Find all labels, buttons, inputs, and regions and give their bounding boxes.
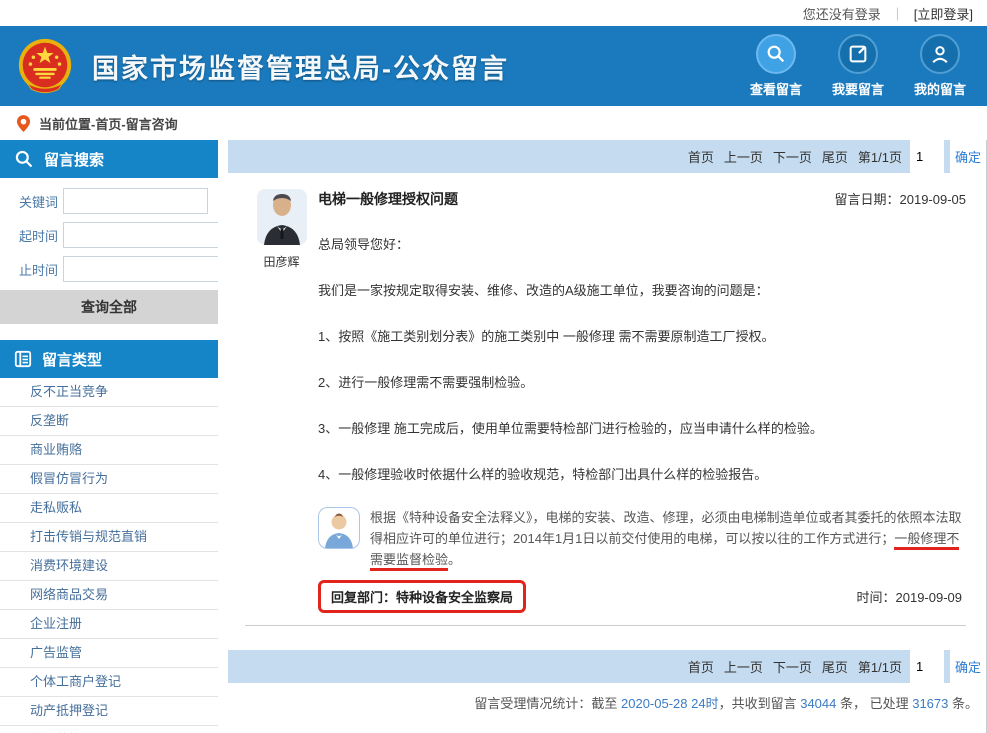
search-form: 关键词 起时间 止时间 [0, 178, 218, 332]
pagination-bottom: 首页 上一页 下一页 尾页 第1/1页 确定 [228, 650, 986, 683]
message-paragraph: 总局领导您好： [318, 235, 966, 255]
reply-text: 根据《特种设备安全法释义》，电梯的安装、改造、修理，必须由电梯制造单位或者其委托… [370, 507, 966, 570]
type-item[interactable]: 假冒仿冒行为 [0, 465, 218, 494]
page-info: 第1/1页 [858, 147, 902, 166]
main-content: 首页 上一页 下一页 尾页 第1/1页 确定 田彦辉 [228, 140, 987, 733]
page-next-link[interactable]: 下一页 [773, 147, 812, 166]
search-panel-header: 留言搜索 [0, 140, 218, 178]
page-confirm-button[interactable]: 确定 [950, 650, 986, 683]
message-paragraph: 1、按照《施工类别划分表》的施工类别中 一般修理 需不需要原制造工厂授权。 [318, 327, 966, 347]
breadcrumb-text: 当前位置-首页-留言咨询 [39, 114, 178, 133]
pagination-top: 首页 上一页 下一页 尾页 第1/1页 确定 [228, 140, 986, 173]
statistics-line: 留言受理情况统计：截至 2020-05-28 24时，共收到留言 34044 条… [228, 683, 986, 712]
reply-time: 时间：2019-09-09 [856, 587, 966, 606]
person-avatar [318, 507, 360, 549]
page-first-link[interactable]: 首页 [688, 657, 714, 676]
user-icon [920, 34, 960, 74]
list-icon [14, 350, 32, 368]
reply-block: 根据《特种设备安全法释义》，电梯的安装、改造、修理，必须由电梯制造单位或者其委托… [318, 507, 966, 570]
national-emblem-icon [14, 35, 76, 97]
start-date-input[interactable] [64, 223, 218, 247]
message-panel: 田彦辉 电梯一般修理授权问题 留言日期：2019-09-05 总局领导您好： 我… [228, 173, 986, 626]
location-pin-icon [16, 114, 31, 133]
query-all-button[interactable]: 查询全部 [0, 290, 218, 324]
type-item[interactable]: 广告监管 [0, 639, 218, 668]
login-link[interactable]: [立即登录] [914, 4, 973, 23]
login-separator: ｜ [891, 4, 904, 23]
message-paragraph: 3、一般修理 施工完成后，使用单位需要特检部门进行检验的，应当申请什么样的检验。 [318, 419, 966, 439]
page-confirm-button[interactable]: 确定 [950, 140, 986, 173]
type-item[interactable]: 企业注册 [0, 610, 218, 639]
type-item[interactable]: 走私贩私 [0, 494, 218, 523]
nav-label: 查看留言 [750, 79, 802, 98]
type-item[interactable]: 网络商品交易 [0, 581, 218, 610]
nav-view-messages[interactable]: 查看留言 [743, 34, 809, 98]
message-type-list: 反不正当竞争 反垄断 商业贿赂 假冒仿冒行为 走私贩私 打击传销与规范直销 消费… [0, 378, 218, 733]
type-item[interactable]: 个体工商户登记 [0, 668, 218, 697]
type-panel-title: 留言类型 [42, 349, 102, 370]
message-paragraph: 4、一般修理验收时依据什么样的验收规范，特检部门出具什么样的检验报告。 [318, 465, 966, 485]
type-panel-header: 留言类型 [0, 340, 218, 378]
stats-received-count: 34044 [800, 696, 836, 711]
page-prev-link[interactable]: 上一页 [724, 657, 763, 676]
keyword-input[interactable] [63, 188, 208, 214]
page-first-link[interactable]: 首页 [688, 147, 714, 166]
header-nav: 查看留言 我要留言 我的留言 [743, 34, 979, 98]
search-icon [14, 149, 34, 169]
keyword-label: 关键词 [6, 192, 58, 211]
end-date-input[interactable] [64, 257, 218, 281]
page-number-input[interactable] [910, 650, 944, 683]
sidebar-gap [0, 332, 218, 340]
reply-department-annotated: 回复部门：特种设备安全监察局 [318, 580, 526, 613]
nav-my-messages[interactable]: 我的留言 [907, 34, 973, 98]
message-paragraph: 我们是一家按规定取得安装、维修、改造的A级施工单位，我要咨询的问题是： [318, 281, 966, 301]
site-title: 国家市场监督管理总局-公众留言 [92, 47, 509, 86]
nav-label: 我要留言 [832, 79, 884, 98]
message-date: 留言日期：2019-09-05 [834, 189, 966, 208]
page-number-input[interactable] [910, 140, 944, 173]
page-prev-link[interactable]: 上一页 [724, 147, 763, 166]
businessman-avatar [257, 189, 307, 245]
page-last-link[interactable]: 尾页 [822, 657, 848, 676]
start-date-label: 起时间 [6, 226, 58, 245]
type-item[interactable]: 商业贿赂 [0, 436, 218, 465]
message-paragraph: 2、进行一般修理需不需要强制检验。 [318, 373, 966, 393]
message-author: 田彦辉 [245, 253, 318, 270]
page-info: 第1/1页 [858, 657, 902, 676]
type-item[interactable]: 反不正当竞争 [0, 378, 218, 407]
message-title: 电梯一般修理授权问题 [318, 189, 458, 209]
type-item[interactable]: 信用监管 [0, 726, 218, 733]
login-status-text: 您还没有登录 [803, 4, 881, 23]
page-next-link[interactable]: 下一页 [773, 657, 812, 676]
stats-processed-count: 31673 [912, 696, 948, 711]
site-header: 国家市场监督管理总局-公众留言 查看留言 我要留言 我的留言 [0, 26, 987, 106]
type-item[interactable]: 打击传销与规范直销 [0, 523, 218, 552]
search-panel-title: 留言搜索 [44, 149, 104, 170]
top-login-bar: 您还没有登录 ｜ [立即登录] [0, 0, 987, 26]
page-last-link[interactable]: 尾页 [822, 147, 848, 166]
search-icon [756, 34, 796, 74]
type-item[interactable]: 消费环境建设 [0, 552, 218, 581]
breadcrumb: 当前位置-首页-留言咨询 [0, 106, 987, 140]
sidebar: 留言搜索 关键词 起时间 止时间 [0, 140, 218, 733]
end-date-label: 止时间 [6, 260, 58, 279]
type-item[interactable]: 反垄断 [0, 407, 218, 436]
nav-label: 我的留言 [914, 79, 966, 98]
compose-icon [838, 34, 878, 74]
type-item[interactable]: 动产抵押登记 [0, 697, 218, 726]
stats-cutoff-date: 2020-05-28 24时 [621, 696, 719, 711]
nav-post-message[interactable]: 我要留言 [825, 34, 891, 98]
